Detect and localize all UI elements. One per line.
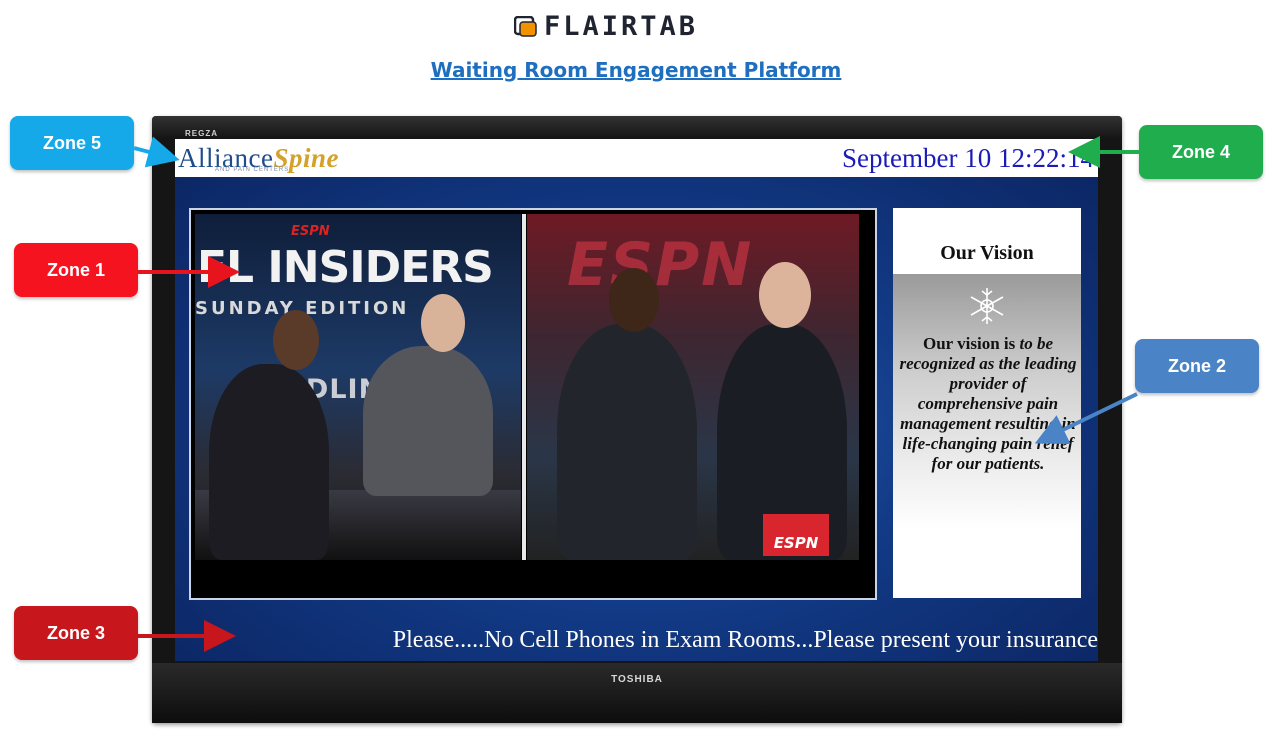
zone2-arrow bbox=[1034, 392, 1138, 444]
zone5-arrow bbox=[133, 136, 180, 168]
zone-arrows bbox=[133, 136, 1139, 652]
